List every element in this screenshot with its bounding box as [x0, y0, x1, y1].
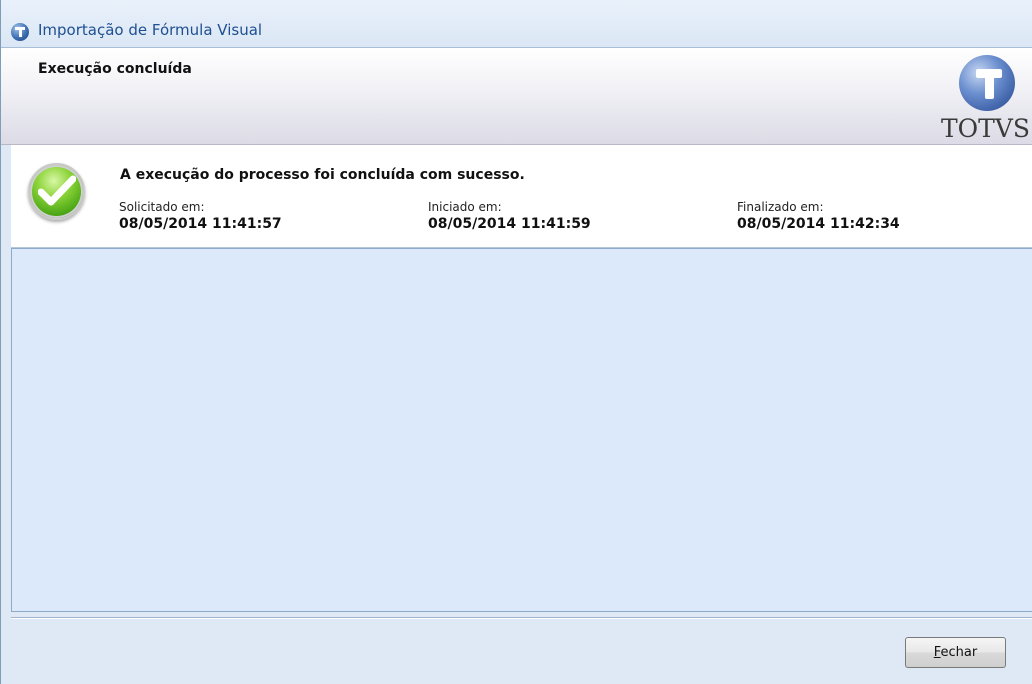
totvs-logo-text: TOTVS: [941, 114, 1031, 143]
status-message: A execução do processo foi concluída com…: [120, 167, 525, 183]
started-value: 08/05/2014 11:41:59: [428, 216, 591, 232]
finished-label: Finalizado em:: [737, 200, 824, 214]
close-button[interactable]: Fechar: [905, 637, 1006, 668]
success-check-icon: [28, 163, 85, 220]
dialog-window: Importação de Fórmula Visual Execução co…: [0, 0, 1032, 684]
content-area: [11, 248, 1032, 612]
status-panel: A execução do processo foi concluída com…: [11, 145, 1032, 248]
requested-label: Solicitado em:: [119, 200, 205, 214]
finished-value: 08/05/2014 11:42:34: [737, 216, 900, 232]
close-button-mnemonic: F: [933, 645, 941, 660]
page-title: Execução concluída: [38, 61, 192, 77]
title-bar[interactable]: Importação de Fórmula Visual: [1, 0, 1032, 48]
app-logo-icon: [11, 23, 29, 41]
footer-separator: [11, 617, 1032, 619]
started-label: Iniciado em:: [428, 200, 502, 214]
header-panel: Execução concluída TOTVS: [1, 48, 1032, 145]
totvs-logo-icon: [959, 55, 1015, 111]
footer-bar: Fechar: [1, 612, 1032, 684]
requested-value: 08/05/2014 11:41:57: [119, 216, 282, 232]
close-button-label: echar: [940, 645, 978, 660]
window-title: Importação de Fórmula Visual: [38, 21, 263, 39]
